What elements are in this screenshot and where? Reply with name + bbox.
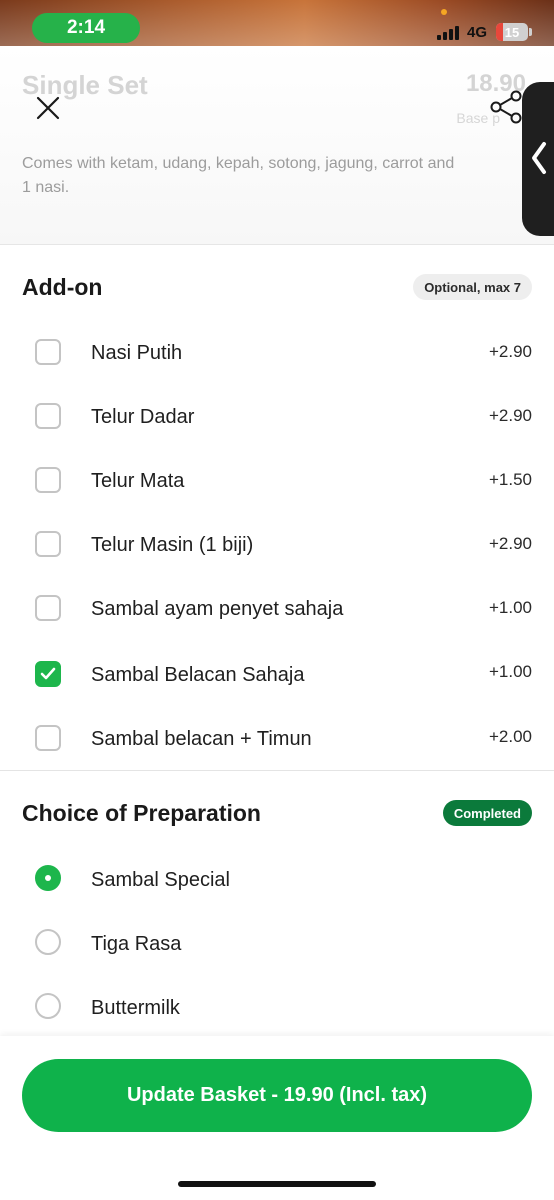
addon-option-price: +1.00 (488, 662, 532, 681)
section-divider (0, 770, 554, 771)
preparation-radio[interactable] (35, 929, 61, 955)
addon-option-label: Telur Mata (91, 470, 185, 492)
preparation-option-row[interactable]: Buttermilk (0, 976, 554, 1040)
addon-option-label: Sambal belacan + Timun (91, 728, 312, 750)
addon-requirement-badge: Optional, max 7 (413, 274, 532, 300)
close-icon (36, 96, 60, 120)
share-button[interactable] (488, 88, 526, 126)
preparation-option-row[interactable]: Tiga Rasa (0, 912, 554, 976)
home-indicator (178, 1181, 376, 1187)
addon-option-row[interactable]: Sambal belacan + Timun +2.00 (0, 705, 554, 769)
addon-option-row[interactable]: Telur Masin (1 biji) +2.90 (0, 513, 554, 577)
signal-icon (437, 26, 461, 40)
preparation-section-title: Choice of Preparation (22, 800, 261, 826)
addon-checkbox[interactable] (35, 595, 61, 621)
item-description-line-1: Comes with ketam, udang, kepah, sotong, … (22, 155, 455, 172)
status-time: 2:14 (32, 13, 140, 43)
addon-checkbox[interactable] (35, 467, 61, 493)
addon-option-label: Telur Dadar (91, 406, 195, 428)
preparation-option-label: Buttermilk (91, 997, 180, 1019)
addon-option-price: +1.00 (488, 598, 532, 617)
close-button[interactable] (30, 90, 66, 126)
item-description: Comes with ketam, udang, kepah, sotong, … (22, 152, 532, 200)
addon-option-label: Sambal ayam penyet sahaja (91, 598, 344, 620)
addon-option-price: +2.90 (488, 406, 532, 425)
addon-option-label: Sambal Belacan Sahaja (91, 664, 305, 686)
item-description-line-2: 1 nasi. (22, 179, 70, 196)
addon-option-row[interactable]: Telur Dadar +2.90 (0, 385, 554, 449)
addon-option-price: +2.90 (488, 534, 532, 553)
addon-option-label: Telur Masin (1 biji) (91, 534, 254, 556)
preparation-status-badge: Completed (442, 800, 532, 826)
privacy-indicator (441, 9, 447, 15)
addon-option-row[interactable]: Telur Mata +1.50 (0, 449, 554, 513)
addon-option-row[interactable]: Sambal ayam penyet sahaja +1.00 (0, 577, 554, 641)
side-panel-handle[interactable] (522, 82, 554, 236)
addon-option-row[interactable]: Nasi Putih +2.90 (0, 321, 554, 385)
preparation-radio[interactable] (35, 993, 61, 1019)
item-header: Single Set 18.90 Base p Comes with ketam… (0, 46, 554, 245)
addon-checkbox-checked[interactable] (35, 661, 61, 687)
addon-option-row[interactable]: Sambal Belacan Sahaja +1.00 (0, 641, 554, 705)
addon-option-price: +2.90 (488, 342, 532, 361)
addon-checkbox[interactable] (35, 339, 61, 365)
network-type: 4G (467, 24, 488, 41)
addon-checkbox[interactable] (35, 531, 61, 557)
addon-option-price: +1.50 (488, 470, 532, 489)
chevron-left-icon (532, 142, 546, 174)
addon-option-label: Nasi Putih (91, 342, 183, 364)
addon-checkbox[interactable] (35, 403, 61, 429)
preparation-radio-selected[interactable] (35, 865, 61, 891)
addon-option-price: +2.00 (488, 727, 532, 746)
share-icon (490, 90, 522, 124)
addon-checkbox[interactable] (35, 725, 61, 751)
battery-icon: 15 (496, 23, 528, 41)
update-basket-button[interactable]: Update Basket - 19.90 (Incl. tax) (22, 1059, 532, 1132)
preparation-option-row[interactable]: Sambal Special (0, 848, 554, 912)
addon-section-title: Add-on (22, 274, 103, 300)
check-icon (40, 667, 56, 680)
preparation-option-label: Tiga Rasa (91, 933, 182, 955)
preparation-option-label: Sambal Special (91, 869, 230, 891)
battery-tip (529, 28, 532, 36)
battery-level: 15 (504, 24, 520, 40)
